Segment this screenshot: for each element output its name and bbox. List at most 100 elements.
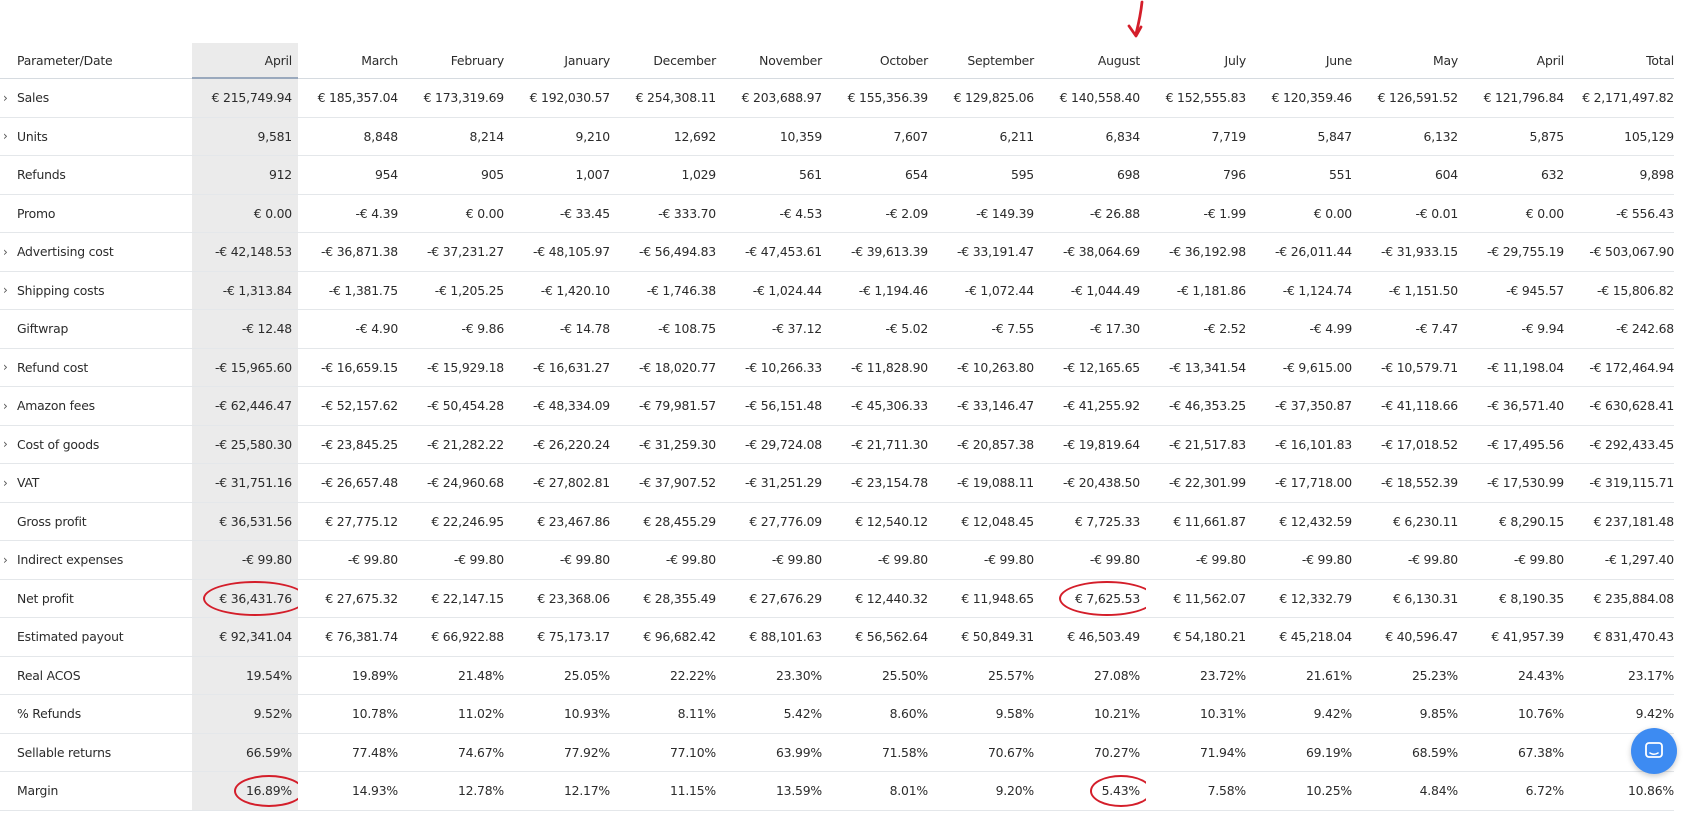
table-body: › Sales € 215,749.94 € 185,357.04 € 173,319.… <box>0 78 1674 811</box>
cell-value: 9,898 <box>1639 167 1674 183</box>
cell-value: -€ 1,181.86 <box>1176 282 1246 298</box>
cell-value: 8,848 <box>363 128 399 144</box>
row-label-cell[interactable]: › Cost of goods <box>0 425 192 464</box>
chevron-right-icon[interactable]: › <box>3 91 11 105</box>
cell-value: 105,129 <box>1624 128 1674 144</box>
table-cell: € 254,308.11 <box>616 78 722 118</box>
row-label: Margin <box>17 783 59 799</box>
table-row-cost-of-goods[interactable]: › Cost of goods -€ 25,580.30 -€ 23,845.25 -€… <box>0 425 1674 464</box>
cell-value: € 11,948.65 <box>961 590 1034 606</box>
table-cell: 22.22% <box>616 656 722 695</box>
column-header-august-8[interactable]: August <box>1040 43 1146 79</box>
cell-value: -€ 36,571.40 <box>1487 398 1564 414</box>
cell-value: -€ 2.52 <box>1203 321 1247 337</box>
table-row-units[interactable]: › Units 9,581 8,848 8,214 9,210 12,692 10,359 7,… <box>0 117 1674 156</box>
table-cell: -€ 23,845.25 <box>298 425 404 464</box>
column-header-april-0[interactable]: April <box>192 43 298 79</box>
cell-value: -€ 46,353.25 <box>1169 398 1246 414</box>
table-cell: 13.59% <box>722 771 828 811</box>
chevron-right-icon[interactable]: › <box>3 476 11 490</box>
cell-value: -€ 36,871.38 <box>321 244 398 260</box>
chevron-right-icon[interactable]: › <box>3 437 11 451</box>
cell-value: -€ 16,631.27 <box>533 359 610 375</box>
table-cell: -€ 10,266.33 <box>722 348 828 387</box>
table-cell: -€ 5.02 <box>828 309 934 349</box>
column-header-parameter-date[interactable]: Parameter/Date <box>0 43 192 79</box>
chevron-right-icon[interactable]: › <box>3 360 11 374</box>
row-label-cell[interactable]: › Refund cost <box>0 348 192 387</box>
table-row-estimated-payout: Estimated payout € 92,341.04 € 76,381.74 € … <box>0 617 1674 657</box>
column-header-july-9[interactable]: July <box>1146 43 1252 79</box>
column-header-april-12[interactable]: April <box>1464 43 1570 79</box>
table-cell: 23.72% <box>1146 656 1252 695</box>
table-cell: 70.67% <box>934 733 1040 772</box>
column-header-october-6[interactable]: October <box>828 43 934 79</box>
table-cell: -€ 2.09 <box>828 194 934 233</box>
table-row-amazon-fees[interactable]: › Amazon fees -€ 62,446.47 -€ 52,157.62 -€ 5… <box>0 386 1674 426</box>
row-label-cell: Real ACOS <box>0 656 192 695</box>
cell-value: -€ 1,205.25 <box>434 282 504 298</box>
row-label-cell[interactable]: › Units <box>0 117 192 156</box>
table-cell: -€ 1,746.38 <box>616 271 722 310</box>
table-cell: -€ 48,105.97 <box>510 232 616 272</box>
table-cell: -€ 17,530.99 <box>1464 463 1570 503</box>
cell-value: 912 <box>268 167 292 183</box>
table-cell: -€ 1,205.25 <box>404 271 510 310</box>
chevron-right-icon[interactable]: › <box>3 245 11 259</box>
column-header-june-10[interactable]: June <box>1252 43 1358 79</box>
row-label-cell[interactable]: › Amazon fees <box>0 386 192 426</box>
chevron-right-icon[interactable]: › <box>3 129 11 143</box>
cell-value: € 152,555.83 <box>1165 90 1247 105</box>
table-cell: -€ 10,263.80 <box>934 348 1040 387</box>
chevron-right-icon[interactable]: › <box>3 399 11 413</box>
table-cell: € 27,775.12 <box>298 502 404 541</box>
chat-button[interactable] <box>1631 728 1677 774</box>
cell-value: € 6,130.31 <box>1393 590 1458 606</box>
table-row-shipping-costs[interactable]: › Shipping costs -€ 1,313.84 -€ 1,381.75 -€ … <box>0 271 1674 310</box>
table-row-sellable-returns: Sellable returns 66.59% 77.48% 74.67% 77.92%… <box>0 733 1674 772</box>
column-header-february-2[interactable]: February <box>404 43 510 79</box>
row-label-cell[interactable]: › VAT <box>0 463 192 503</box>
column-header-total[interactable]: Total <box>1570 43 1674 79</box>
table-row-indirect-expenses[interactable]: › Indirect expenses -€ 99.80 -€ 99.80 -€ 99.… <box>0 540 1674 580</box>
row-label-cell[interactable]: › Sales <box>0 78 192 118</box>
table-row-refund-cost[interactable]: › Refund cost -€ 15,965.60 -€ 16,659.15 -€ 1… <box>0 348 1674 387</box>
table-row-sales[interactable]: › Sales € 215,749.94 € 185,357.04 € 173,319.… <box>0 78 1674 118</box>
table-cell: 604 <box>1358 155 1464 195</box>
chevron-right-icon[interactable]: › <box>3 283 11 297</box>
cell-value: 67.38% <box>1517 744 1564 760</box>
cell-value: 9.52% <box>253 706 293 722</box>
table-cell: -€ 15,965.60 <box>192 348 298 387</box>
column-header-december-4[interactable]: December <box>616 43 722 79</box>
chevron-right-icon[interactable]: › <box>3 553 11 567</box>
cell-value: -€ 9.86 <box>461 321 505 337</box>
table-cell: -€ 99.80 <box>192 540 298 580</box>
table-cell: -€ 108.75 <box>616 309 722 349</box>
cell-value: -€ 99.80 <box>1513 552 1564 568</box>
cell-value: € 41,957.39 <box>1491 629 1564 645</box>
cell-value: 632 <box>1540 167 1564 183</box>
row-label: Amazon fees <box>17 398 95 414</box>
cell-value: 954 <box>374 167 398 183</box>
cell-value: -€ 7.47 <box>1415 321 1459 337</box>
table-row-vat[interactable]: › VAT -€ 31,751.16 -€ 26,657.48 -€ 24,960.68… <box>0 463 1674 503</box>
cell-value: -€ 26,011.44 <box>1275 244 1352 260</box>
column-header-november-5[interactable]: November <box>722 43 828 79</box>
table-cell: € 215,749.94 <box>192 78 298 118</box>
row-label-cell[interactable]: › Advertising cost <box>0 232 192 272</box>
cell-value: 5.42% <box>783 706 823 722</box>
cell-value: -€ 1,044.49 <box>1070 282 1140 298</box>
column-header-may-11[interactable]: May <box>1358 43 1464 79</box>
row-label-cell: Sellable returns <box>0 733 192 772</box>
table-row-promo: Promo € 0.00 -€ 4.39 € 0.00 -€ 33.45 -€ 333.7… <box>0 194 1674 233</box>
table-row-advertising-cost[interactable]: › Advertising cost -€ 42,148.53 -€ 36,871.3… <box>0 232 1674 272</box>
table-cell: -€ 11,198.04 <box>1464 348 1570 387</box>
column-header-march-1[interactable]: March <box>298 43 404 79</box>
column-header-january-3[interactable]: January <box>510 43 616 79</box>
cell-value: € 185,357.04 <box>317 90 399 105</box>
cell-value: € 50,849.31 <box>961 629 1034 645</box>
row-label-cell[interactable]: › Indirect expenses <box>0 540 192 580</box>
column-header-september-7[interactable]: September <box>934 43 1040 79</box>
cell-value: -€ 17.30 <box>1089 321 1140 337</box>
row-label-cell[interactable]: › Shipping costs <box>0 271 192 310</box>
